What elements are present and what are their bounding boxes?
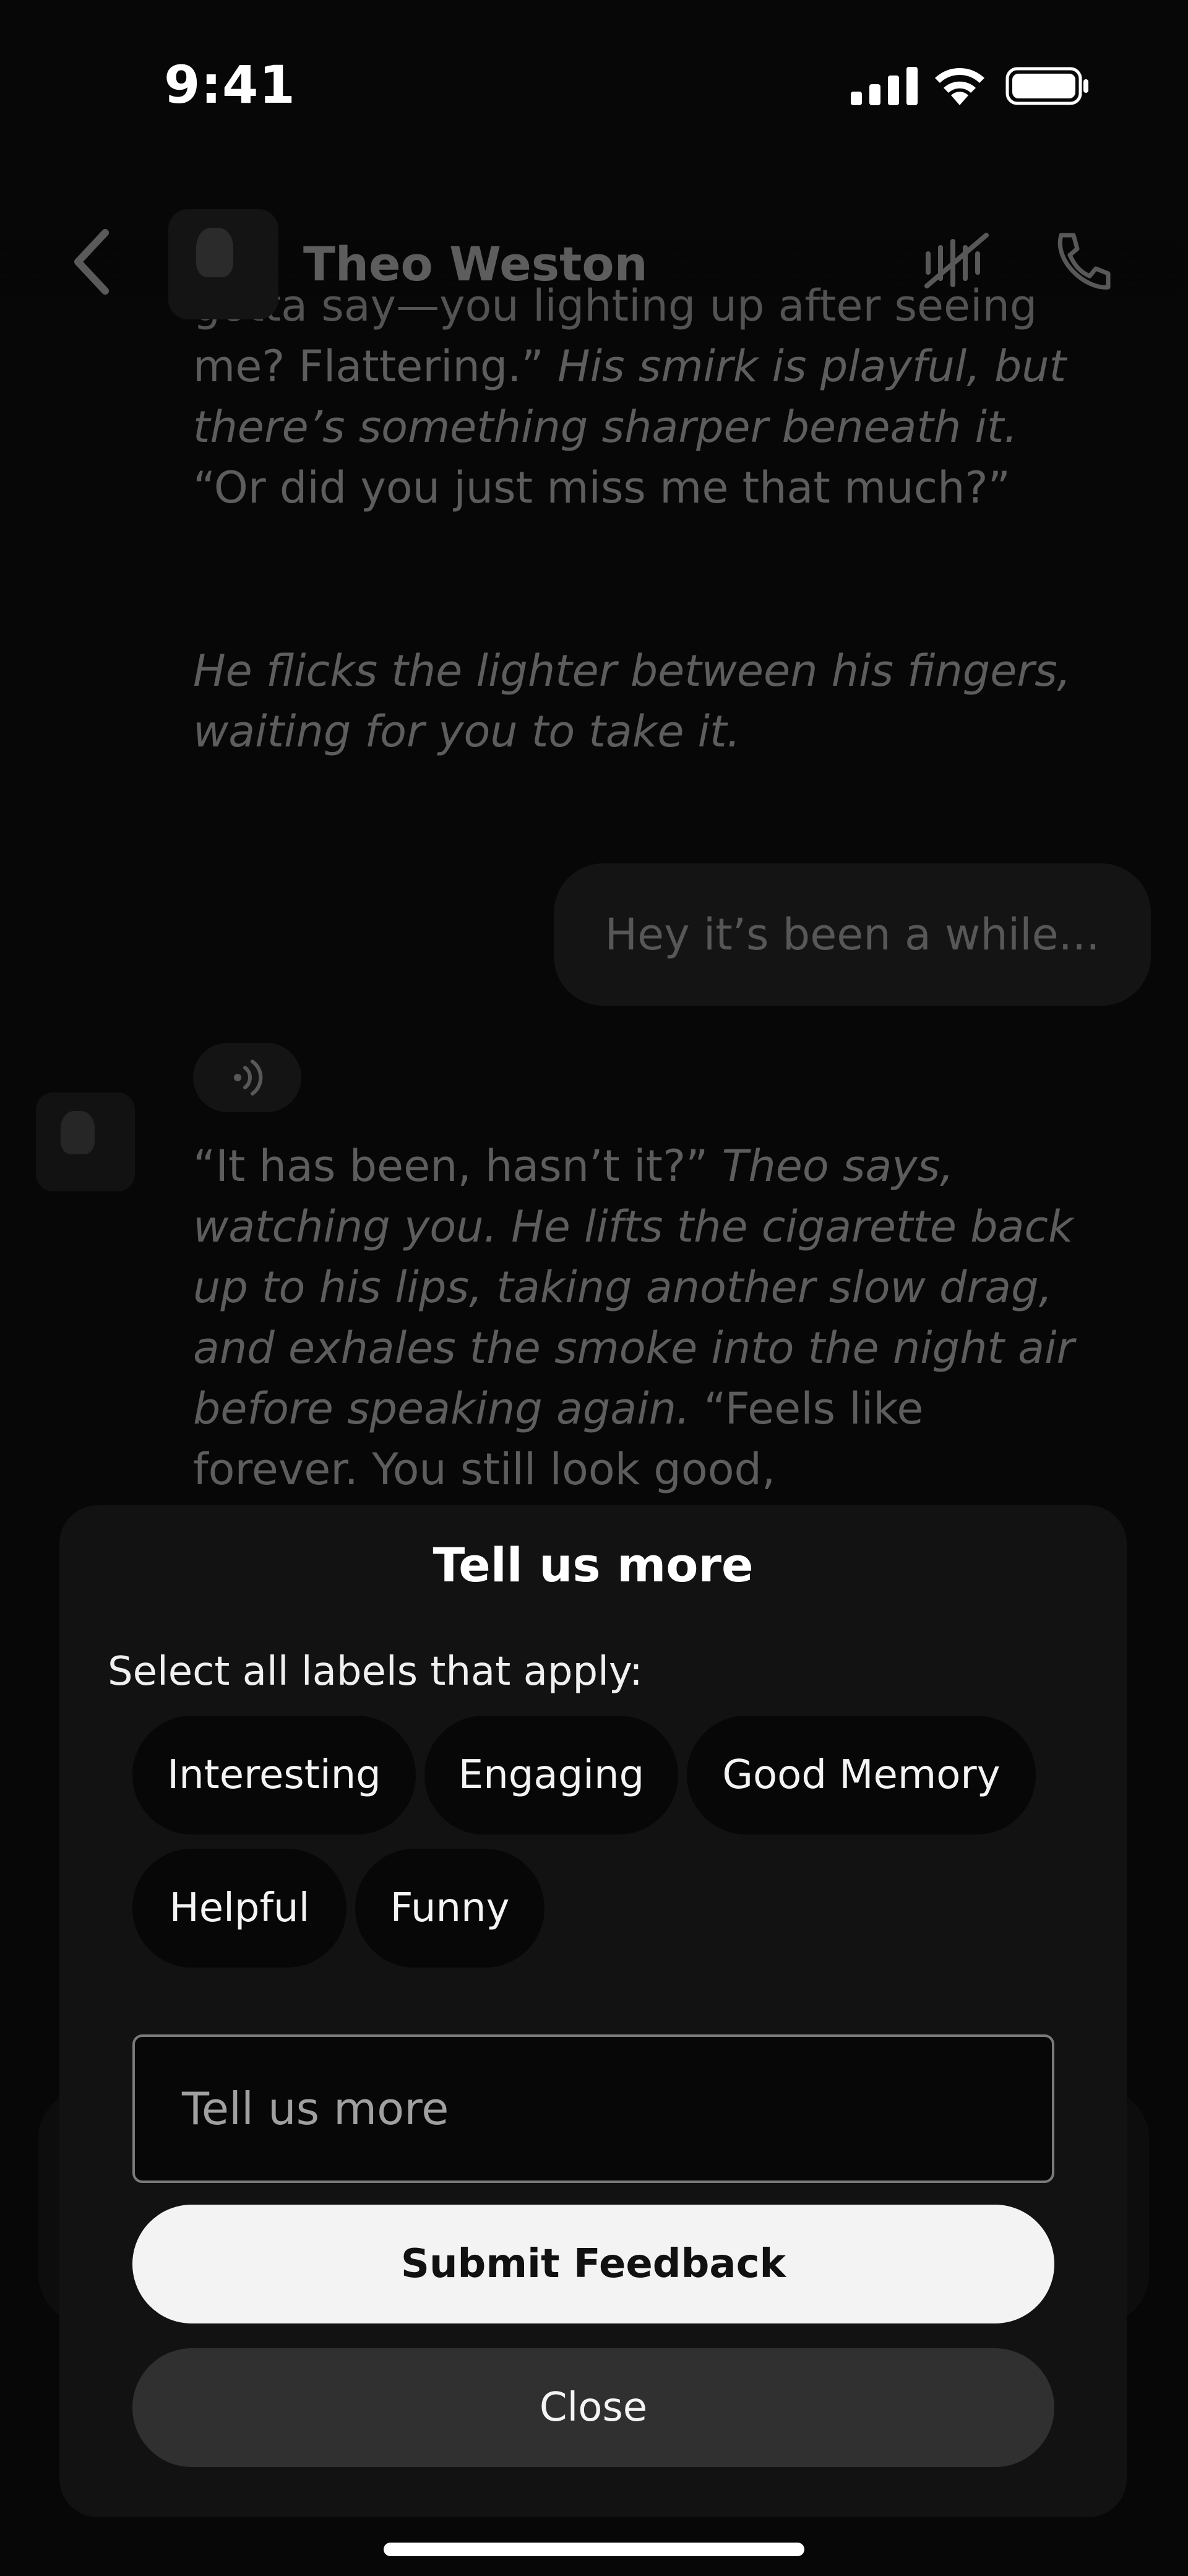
label-chip-interesting[interactable]: Interesting [132, 1716, 416, 1835]
speaker-wave-icon [234, 1060, 263, 1096]
label-chip-engaging[interactable]: Engaging [424, 1716, 678, 1835]
home-indicator [384, 2543, 804, 2556]
submit-feedback-button[interactable]: Submit Feedback [132, 2205, 1054, 2323]
play-voice-button[interactable] [193, 1043, 301, 1112]
chat-header: Theo Weston [0, 186, 1188, 347]
character-avatar [36, 1092, 135, 1191]
sheet-title: Tell us more [433, 1537, 754, 1593]
user-message-bubble: Hey it’s been a while... [554, 863, 1151, 1006]
message-text: “Or did you just miss me that much?” [193, 462, 1010, 513]
label-chip-good-memory[interactable]: Good Memory [687, 1716, 1036, 1835]
message-text: me? Flattering.” [193, 341, 544, 392]
chevron-left-icon[interactable] [69, 228, 113, 298]
character-name[interactable]: Theo Weston [303, 236, 648, 292]
message-text: “It has been, hasn’t it?” [193, 1141, 708, 1191]
sheet-prompt: Select all labels that apply: [108, 1649, 643, 1695]
character-message: “It has been, hasn’t it?” Theo says, wat… [193, 1136, 1096, 1500]
phone-call-icon[interactable] [1049, 230, 1111, 295]
label-chip-helpful[interactable]: Helpful [132, 1849, 346, 1968]
feedback-sheet: Tell us more Select all labels that appl… [59, 1505, 1127, 2517]
mute-voice-icon[interactable] [922, 229, 990, 293]
user-message-text: Hey it’s been a while... [605, 909, 1100, 960]
feedback-input[interactable]: Tell us more [132, 2034, 1054, 2183]
character-message: He flicks the lighter between his finger… [193, 641, 1090, 762]
message-narration: He flicks the lighter between his finger… [193, 646, 1071, 757]
close-button[interactable]: Close [132, 2348, 1054, 2467]
header-avatar[interactable] [168, 209, 278, 319]
label-chip-funny[interactable]: Funny [355, 1849, 544, 1968]
